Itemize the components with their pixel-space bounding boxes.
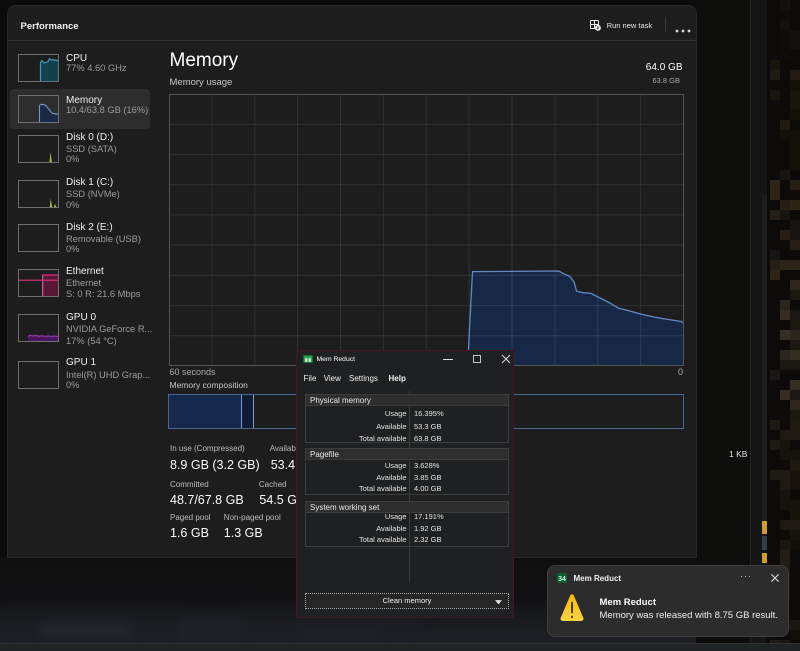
- svg-text:34: 34: [558, 576, 566, 583]
